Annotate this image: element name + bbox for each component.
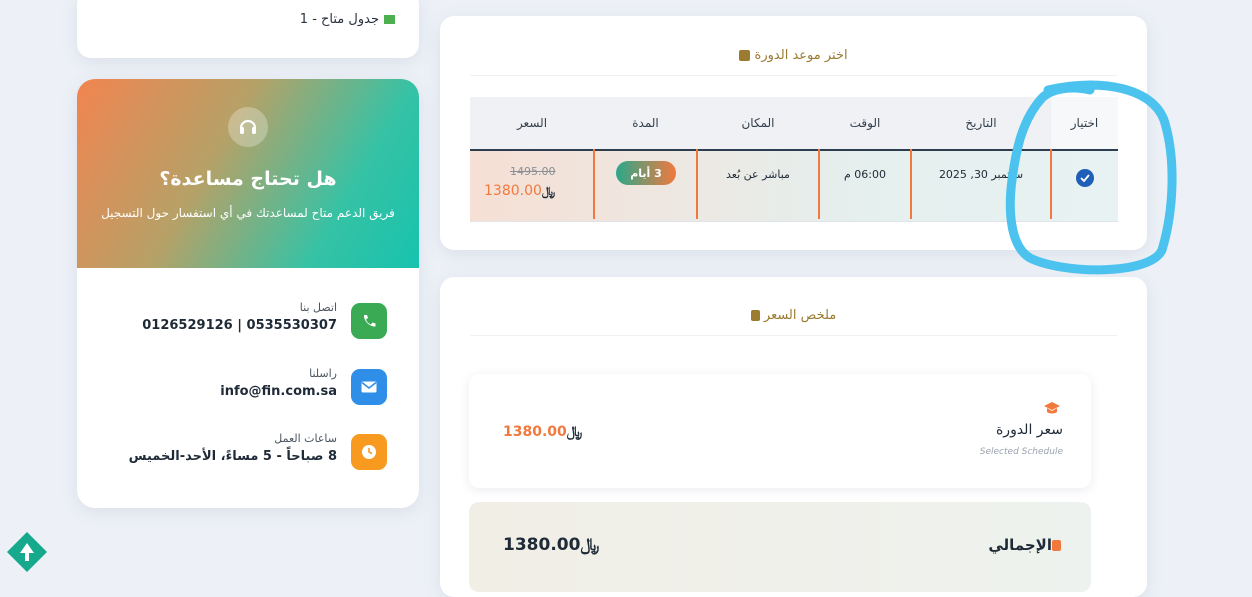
header-duration: المدة	[594, 97, 697, 149]
contact-hours: ساعات العمل 8 صباحاً - 5 مساءً، الأحد-ال…	[87, 432, 387, 472]
header-time: الوقت	[819, 97, 911, 149]
price-summary-card: ملخص السعر سعر الدورة Selected Schedule …	[440, 277, 1147, 597]
contact-email[interactable]: راسلنا info@fin.com.sa	[87, 367, 387, 407]
calculator-icon	[1052, 540, 1061, 551]
course-price-row: سعر الدورة Selected Schedule ﷼1380.00	[469, 374, 1091, 488]
col-separator	[696, 149, 698, 219]
headset-icon	[228, 107, 268, 147]
total-row: الإجمالي ﷼1380.00	[469, 502, 1091, 592]
phone-icon	[351, 303, 387, 339]
course-price-label: سعر الدورة	[995, 422, 1063, 438]
annotation-circle	[1005, 80, 1177, 275]
available-schedules-card: 1 - جدول متاح	[77, 0, 419, 58]
calculator-icon	[750, 310, 760, 321]
table-icon	[384, 15, 395, 24]
schedule-divider	[470, 75, 1117, 76]
mail-icon	[351, 369, 387, 405]
contact-phone-label: اتصل بنا	[299, 301, 337, 314]
contact-email-value[interactable]: info@fin.com.sa	[220, 384, 337, 399]
old-price: 1495.00	[510, 165, 556, 178]
header-place: المكان	[697, 97, 819, 149]
price-cell: 1495.00 ﷼1380.00	[470, 151, 594, 221]
help-subtitle: فريق الدعم متاح لمساعدتك في أي استفسار ح…	[101, 206, 395, 220]
available-schedules-text: 1 - جدول متاح	[300, 12, 395, 27]
time-cell: 06:00 م	[819, 151, 911, 221]
help-title: هل تحتاج مساعدة؟	[159, 168, 337, 190]
riyal-icon: ﷼	[541, 184, 556, 198]
new-price: ﷼1380.00	[484, 183, 556, 199]
calendar-icon	[739, 50, 751, 61]
riyal-icon: ﷼	[580, 535, 600, 555]
contact-hours-value: 8 صباحاً - 5 مساءً، الأحد-الخميس	[128, 449, 337, 464]
course-price-sub: Selected Schedule	[979, 447, 1063, 457]
total-value: ﷼1380.00	[503, 535, 600, 555]
course-price-value: ﷼1380.00	[503, 424, 583, 440]
clock-icon	[351, 434, 387, 470]
graduation-cap-icon	[1043, 400, 1061, 419]
contact-hours-label: ساعات العمل	[274, 432, 337, 445]
contact-phone-value[interactable]: 0535530307 | 0126529126	[142, 318, 337, 333]
summary-divider	[470, 335, 1117, 336]
time-value: 06:00 م	[843, 168, 886, 181]
contact-email-label: راسلنا	[309, 367, 337, 380]
col-separator	[818, 149, 820, 219]
duration-badge: 3 أيام	[616, 161, 676, 185]
col-separator	[910, 149, 912, 219]
summary-title: ملخص السعر	[440, 308, 1147, 323]
total-label: الإجمالي	[988, 536, 1061, 554]
contact-phone[interactable]: اتصل بنا 0535530307 | 0126529126	[87, 301, 387, 341]
help-banner: هل تحتاج مساعدة؟ فريق الدعم متاح لمساعدت…	[77, 79, 419, 268]
col-separator	[593, 149, 595, 219]
riyal-icon: ﷼	[566, 424, 583, 440]
scroll-top-button[interactable]	[6, 531, 48, 573]
place-cell: مباشر عن بُعد	[697, 151, 819, 221]
place-value: مباشر عن بُعد	[726, 168, 790, 181]
schedule-title: اختر موعد الدورة	[440, 48, 1147, 63]
duration-cell: 3 أيام	[594, 151, 697, 221]
help-card: هل تحتاج مساعدة؟ فريق الدعم متاح لمساعدت…	[77, 79, 419, 508]
header-price: السعر	[470, 97, 594, 149]
